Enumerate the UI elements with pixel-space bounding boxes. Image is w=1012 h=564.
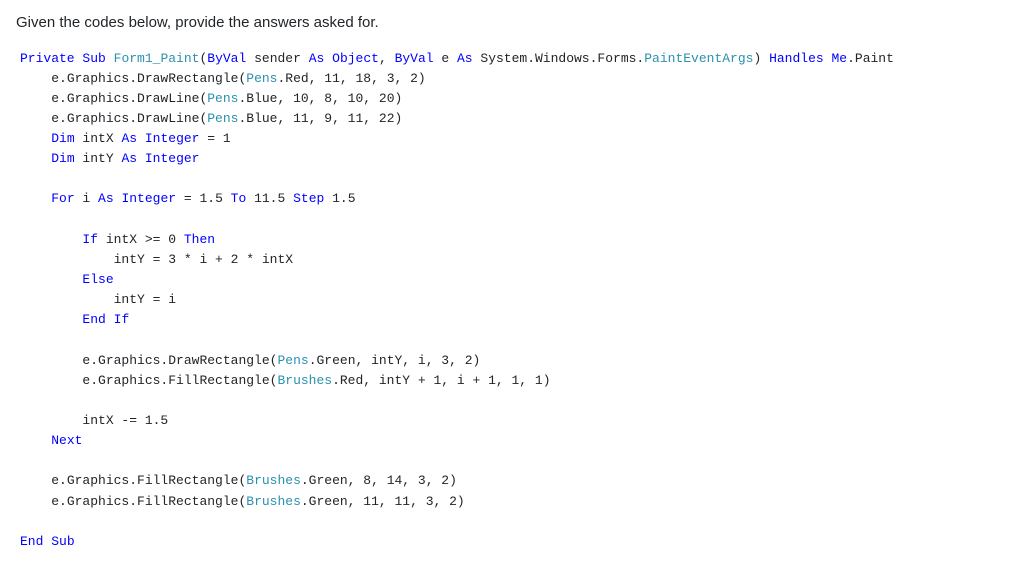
code-line: e.Graphics.FillRectangle(Brushes.Red, in… [82, 373, 550, 388]
fn-name: Form1_Paint [114, 51, 200, 66]
stmt: intY = i [114, 292, 176, 307]
rest: .Green, intY, i, 3, 2) [309, 353, 481, 368]
type-pens: Pens [277, 353, 308, 368]
code-line: Dim intY As Integer [51, 151, 199, 166]
code-line: intX -= 1.5 [82, 413, 168, 428]
kw-sub: Sub [51, 534, 74, 549]
type-painteventargs: PaintEventArgs [644, 51, 753, 66]
type-pens: Pens [207, 91, 238, 106]
rest: .Blue, 10, 8, 10, 20) [238, 91, 402, 106]
comma: , [379, 51, 395, 66]
kw-then: Then [184, 232, 215, 247]
code-line: End Sub [20, 534, 75, 549]
kw-byval: ByVal [207, 51, 246, 66]
kw-dim: Dim [51, 131, 74, 146]
kw-as: As [98, 191, 114, 206]
code-line: End If [82, 312, 129, 327]
num: 1.5 [324, 191, 355, 206]
rest: .Green, 11, 11, 3, 2) [301, 494, 465, 509]
type-brushes: Brushes [246, 494, 301, 509]
code-line: Else [82, 272, 113, 287]
rest: .Green, 8, 14, 3, 2) [301, 473, 457, 488]
code-line: For i As Integer = 1.5 To 11.5 Step 1.5 [51, 191, 355, 206]
call: e.Graphics.FillRectangle( [82, 373, 277, 388]
rest: .Blue, 11, 9, 11, 22) [238, 111, 402, 126]
type-pens: Pens [246, 71, 277, 86]
kw-handles: Handles [769, 51, 824, 66]
kw-step: Step [293, 191, 324, 206]
rest: .Red, intY + 1, i + 1, 1, 1) [332, 373, 550, 388]
ident: intY [75, 151, 122, 166]
code-line: e.Graphics.FillRectangle(Brushes.Green, … [51, 494, 464, 509]
call: e.Graphics.DrawLine( [51, 91, 207, 106]
type-brushes: Brushes [277, 373, 332, 388]
num: 11.5 [246, 191, 293, 206]
kw-to: To [231, 191, 247, 206]
assign: = 1 [199, 131, 230, 146]
kw-as: As [309, 51, 325, 66]
kw-end: End [82, 312, 105, 327]
kw-if: If [82, 232, 98, 247]
ident: intX [75, 131, 122, 146]
code-line: If intX >= 0 Then [82, 232, 215, 247]
code-block: Private Sub Form1_Paint(ByVal sender As … [16, 49, 996, 553]
kw-end: End [20, 534, 43, 549]
call: e.Graphics.DrawRectangle( [82, 353, 277, 368]
param: e [434, 51, 457, 66]
call: e.Graphics.FillRectangle( [51, 473, 246, 488]
call: e.Graphics.DrawLine( [51, 111, 207, 126]
kw-for: For [51, 191, 74, 206]
ns: System.Windows.Forms. [473, 51, 645, 66]
paren: ) [753, 51, 769, 66]
kw-as: As [121, 131, 137, 146]
code-line: e.Graphics.DrawLine(Pens.Blue, 10, 8, 10… [51, 91, 402, 106]
assign: = 1.5 [176, 191, 231, 206]
cond: intX >= 0 [98, 232, 184, 247]
code-line: e.Graphics.DrawRectangle(Pens.Green, int… [82, 353, 480, 368]
type-integer: Integer [121, 191, 176, 206]
code-line: e.Graphics.DrawRectangle(Pens.Red, 11, 1… [51, 71, 426, 86]
kw-else: Else [82, 272, 113, 287]
kw-sub: Sub [82, 51, 105, 66]
kw-if: If [114, 312, 130, 327]
type-object: Object [332, 51, 379, 66]
question-text: Given the codes below, provide the answe… [16, 12, 996, 35]
dot-paint: .Paint [847, 51, 894, 66]
code-line: intY = i [114, 292, 176, 307]
code-line: Next [51, 433, 82, 448]
kw-next: Next [51, 433, 82, 448]
code-line: e.Graphics.DrawLine(Pens.Blue, 11, 9, 11… [51, 111, 402, 126]
code-line: intY = 3 * i + 2 * intX [114, 252, 293, 267]
kw-as: As [121, 151, 137, 166]
code-line: Private Sub Form1_Paint(ByVal sender As … [20, 51, 894, 66]
type-integer: Integer [145, 151, 200, 166]
param: sender [246, 51, 308, 66]
kw-private: Private [20, 51, 75, 66]
kw-as: As [457, 51, 473, 66]
call: e.Graphics.FillRectangle( [51, 494, 246, 509]
ident: i [75, 191, 98, 206]
type-pens: Pens [207, 111, 238, 126]
stmt: intX -= 1.5 [82, 413, 168, 428]
type-integer: Integer [145, 131, 200, 146]
kw-byval: ByVal [395, 51, 434, 66]
call: e.Graphics.DrawRectangle( [51, 71, 246, 86]
rest: .Red, 11, 18, 3, 2) [277, 71, 425, 86]
type-brushes: Brushes [246, 473, 301, 488]
kw-me: Me [831, 51, 847, 66]
kw-dim: Dim [51, 151, 74, 166]
stmt: intY = 3 * i + 2 * intX [114, 252, 293, 267]
code-line: Dim intX As Integer = 1 [51, 131, 230, 146]
code-line: e.Graphics.FillRectangle(Brushes.Green, … [51, 473, 457, 488]
